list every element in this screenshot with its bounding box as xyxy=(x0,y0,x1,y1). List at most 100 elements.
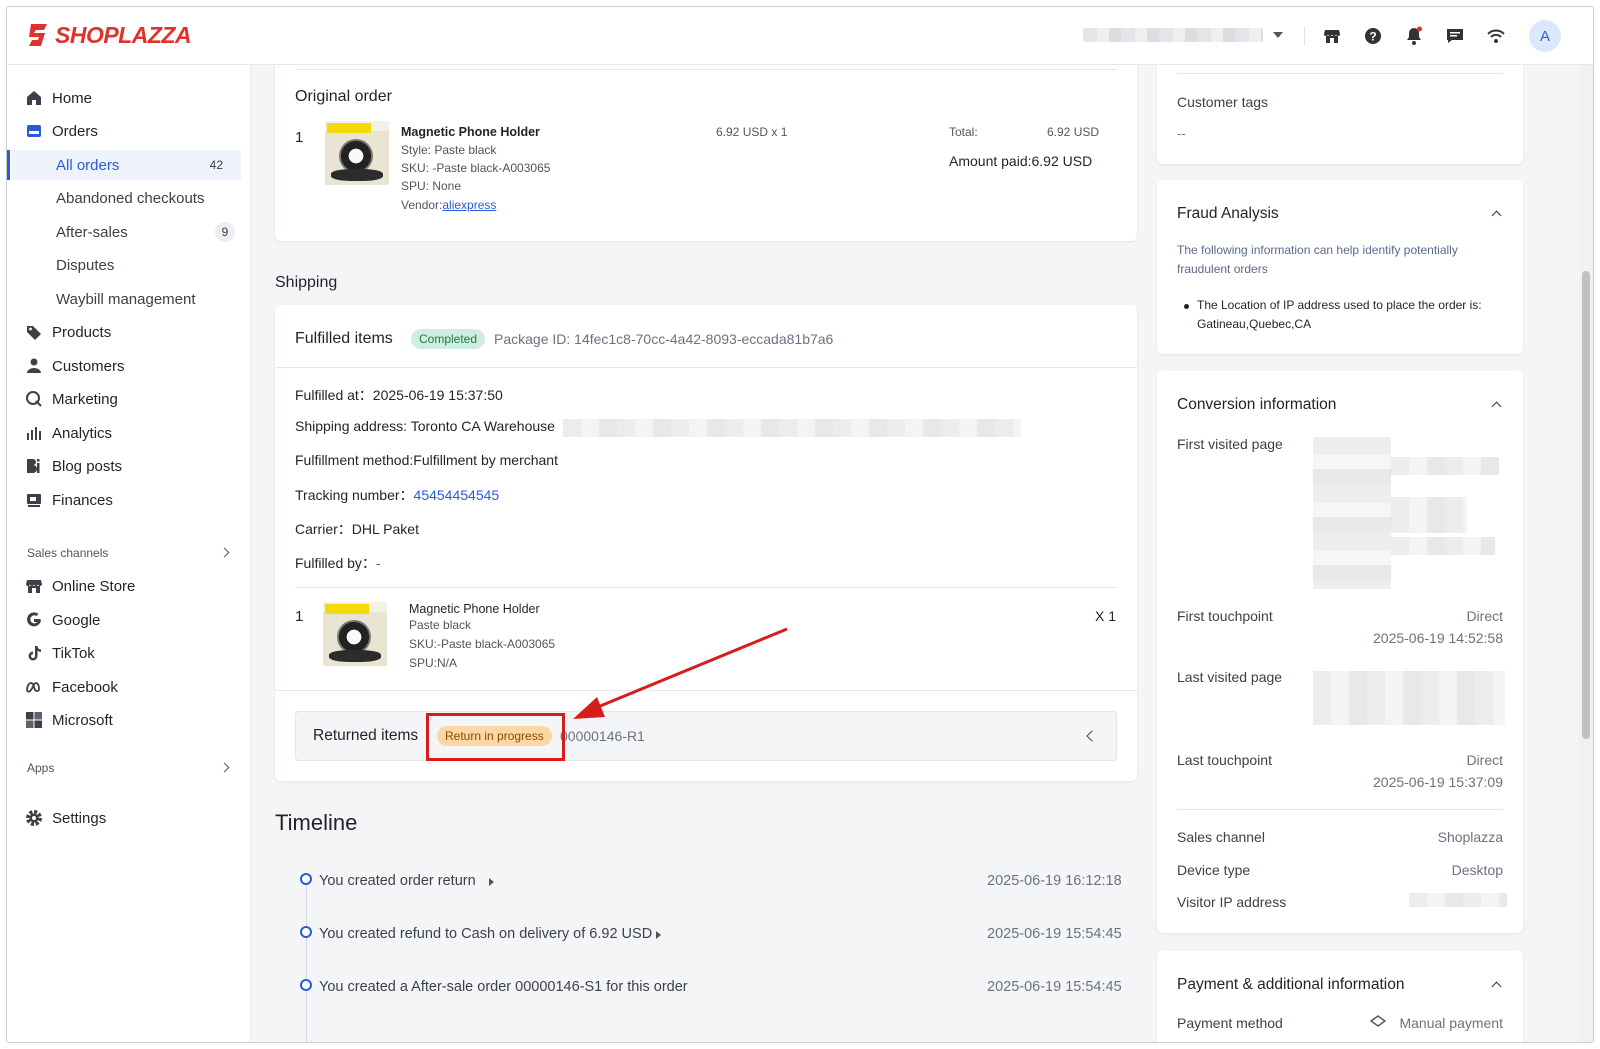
finance-icon xyxy=(27,494,41,507)
item-quantity: X 1 xyxy=(1095,608,1117,624)
sidebar-item-label: Waybill management xyxy=(56,290,196,308)
fulfilled-at: Fulfilled at：2025-06-19 15:37:50 xyxy=(295,387,503,403)
sidebar-item-label: Online Store xyxy=(52,577,136,595)
store-name-redacted xyxy=(1083,28,1263,42)
last-touchpoint-time: 2025-06-19 15:37:09 xyxy=(1373,774,1503,790)
sidebar-item-label: Microsoft xyxy=(52,711,113,729)
chevron-right-icon[interactable] xyxy=(219,762,230,773)
payment-method-label: Payment method xyxy=(1177,1015,1283,1031)
fulfilled-items-title: Fulfilled items xyxy=(295,330,393,347)
card-title: Payment & additional information xyxy=(1177,976,1405,993)
chevron-up-icon[interactable] xyxy=(1491,401,1502,412)
sidebar-item-settings[interactable]: Settings xyxy=(7,803,251,833)
fulfilled-by-label: Fulfilled by： xyxy=(295,555,376,571)
highlight-box xyxy=(426,713,565,761)
caret-right-icon[interactable] xyxy=(489,878,494,886)
visitor-ip-label: Visitor IP address xyxy=(1177,894,1287,910)
timeline-dot xyxy=(300,873,312,885)
product-spu: SPU: None xyxy=(401,179,462,193)
sidebar-item-label: Finances xyxy=(52,491,113,509)
sidebar-item-label: Products xyxy=(52,323,112,341)
sidebar-item-label: After-sales xyxy=(56,223,128,241)
tiktok-icon xyxy=(28,646,41,661)
shoplazza-logo[interactable]: SHOPLAZZA xyxy=(27,21,192,49)
conversion-card: Conversion information First visited pag… xyxy=(1157,371,1523,933)
vendor-link[interactable]: aliexpress xyxy=(442,198,496,212)
fraud-analysis-card: Fraud Analysis The following information… xyxy=(1157,180,1523,354)
last-visited-label: Last visited page xyxy=(1177,669,1283,685)
help-icon[interactable]: ? xyxy=(1363,26,1383,46)
wifi-icon[interactable] xyxy=(1486,26,1506,46)
scrollbar-thumb[interactable] xyxy=(1582,271,1590,739)
bullet xyxy=(1184,304,1189,309)
sidebar-item-facebook[interactable]: Facebook xyxy=(7,672,251,702)
sidebar-item-disputes[interactable]: Disputes xyxy=(7,250,251,280)
store-selector[interactable] xyxy=(1083,27,1283,43)
address-redacted xyxy=(563,419,1021,437)
chat-icon[interactable] xyxy=(1445,26,1465,46)
sidebar-item-label: Abandoned checkouts xyxy=(56,189,205,207)
line-index: 1 xyxy=(295,608,304,625)
sidebar-item-products[interactable]: Products xyxy=(7,317,251,347)
store-icon[interactable] xyxy=(1322,26,1342,46)
first-touchpoint-value: Direct xyxy=(1466,608,1503,624)
chevron-left-icon[interactable] xyxy=(1086,730,1098,742)
sidebar-item-blog-posts[interactable]: Blog posts xyxy=(7,451,251,481)
product-sku: SKU:-Paste black-A003065 xyxy=(409,637,556,651)
sidebar-item-microsoft[interactable]: Microsoft xyxy=(7,705,251,735)
gear-icon xyxy=(26,810,42,826)
product-name[interactable]: Magnetic Phone Holder xyxy=(401,125,540,139)
product-thumbnail[interactable] xyxy=(323,602,387,666)
sidebar-item-waybill-management[interactable]: Waybill management xyxy=(7,284,251,314)
orders-icon xyxy=(27,125,41,137)
device-type-label: Device type xyxy=(1177,862,1251,878)
last-touchpoint-value: Direct xyxy=(1466,752,1503,768)
total-label: Total: xyxy=(949,125,978,139)
card-title: Conversion information xyxy=(1177,396,1337,413)
timeline-event-time: 2025-06-19 15:54:45 xyxy=(987,979,1122,995)
sidebar-item-analytics[interactable]: Analytics xyxy=(7,418,251,448)
tracking-number-link[interactable]: 45454454545 xyxy=(414,487,500,503)
sidebar-item-after-sales[interactable]: After-sales 9 xyxy=(7,217,251,247)
home-icon xyxy=(27,91,41,105)
browser-frame: SHOPLAZZA ? A Home Orders All orders 42 … xyxy=(6,6,1594,1043)
main-content: Original order 1 Magnetic Phone Holder S… xyxy=(251,65,1593,1042)
fulfillment-method: Fulfillment method:Fulfillment by mercha… xyxy=(295,452,558,468)
card-title: Fraud Analysis xyxy=(1177,205,1279,222)
divider xyxy=(295,69,1117,70)
bell-icon[interactable] xyxy=(1404,26,1424,46)
timeline-line xyxy=(306,881,307,1042)
timeline-event-text: You created order return xyxy=(319,873,476,889)
chevron-up-icon[interactable] xyxy=(1491,981,1502,992)
sidebar-item-abandoned-checkouts[interactable]: Abandoned checkouts xyxy=(7,183,251,213)
sidebar-item-tiktok[interactable]: TikTok xyxy=(7,638,251,668)
customer-tags-label: Customer tags xyxy=(1177,94,1269,110)
sidebar-item-google[interactable]: Google xyxy=(7,605,251,635)
sidebar-item-all-orders[interactable]: All orders 42 xyxy=(11,150,241,180)
product-style: Style: Paste black xyxy=(401,143,497,157)
chevron-up-icon[interactable] xyxy=(1491,210,1502,221)
caret-right-icon[interactable] xyxy=(656,931,661,939)
product-thumbnail[interactable] xyxy=(325,121,389,185)
chevron-right-icon[interactable] xyxy=(219,547,230,558)
sidebar-item-marketing[interactable]: Marketing xyxy=(7,384,251,414)
product-name[interactable]: Magnetic Phone Holder xyxy=(409,602,540,616)
sidebar-item-orders[interactable]: Orders xyxy=(7,116,251,146)
scrollbar[interactable] xyxy=(1579,65,1593,1042)
vendor-label: Vendor: xyxy=(401,198,443,212)
microsoft-icon xyxy=(26,712,42,728)
carrier: Carrier：DHL Paket xyxy=(295,521,419,537)
sidebar-item-online-store[interactable]: Online Store xyxy=(7,571,251,601)
sidebar-item-customers[interactable]: Customers xyxy=(7,351,251,381)
shipping-address: Shipping address: Toronto CA Warehouse xyxy=(295,418,555,434)
last-touchpoint-label: Last touchpoint xyxy=(1177,752,1272,768)
sales-channels-label: Sales channels xyxy=(27,546,109,560)
sidebar-item-label: Blog posts xyxy=(52,457,123,475)
sidebar-item-home[interactable]: Home xyxy=(7,83,251,113)
sidebar-item-finances[interactable]: Finances xyxy=(7,485,251,515)
timeline-event-text: You created refund to Cash on delivery o… xyxy=(319,926,653,942)
avatar[interactable]: A xyxy=(1529,20,1561,52)
payment-card: Payment & additional information Payment… xyxy=(1157,951,1523,1042)
tracking-label: Tracking number： xyxy=(295,487,414,503)
store-icon xyxy=(26,580,42,593)
